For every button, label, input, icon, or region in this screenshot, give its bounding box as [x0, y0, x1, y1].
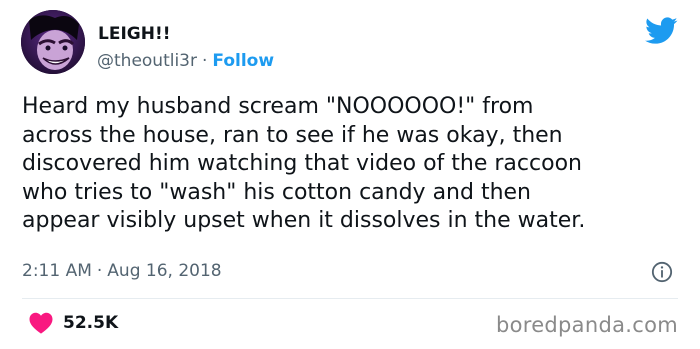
avatar-image: [21, 10, 85, 74]
tweet-text-line: appear visibly upset when it dissolves i…: [22, 208, 586, 233]
tweet-text-line: who tries to "wash" his cotton candy and…: [22, 179, 531, 205]
tweet-date: Aug 16, 2018: [107, 261, 222, 281]
tweet-text-line: Heard my husband scream "NOOOOOO!" from: [22, 94, 534, 119]
avatar[interactable]: [21, 10, 85, 74]
divider: [22, 298, 678, 299]
user-handle[interactable]: @theoutli3r: [97, 51, 197, 71]
separator-dot: ·: [202, 51, 208, 71]
display-name[interactable]: LEIGH!!: [98, 23, 170, 45]
follow-button[interactable]: Follow: [212, 51, 274, 71]
heart-icon: [29, 312, 53, 334]
handle-row: @theoutli3r · Follow: [97, 49, 274, 73]
watermark: boredpanda.com: [495, 313, 678, 337]
tweet-text: Heard my husband scream "NOOOOOO!" from …: [22, 93, 692, 236]
twitter-bird-icon[interactable]: [645, 17, 678, 45]
like-count: 52.5K: [63, 313, 119, 333]
tweet-text-line: discovered him watching that video of th…: [22, 151, 582, 176]
tweet-text-line: across the house, ran to see if he was o…: [22, 122, 563, 148]
separator-dot: ·: [96, 261, 103, 281]
like-button[interactable]: 52.5K: [29, 312, 118, 334]
info-icon[interactable]: [651, 261, 673, 283]
tweet-time: 2:11 AM: [22, 261, 92, 281]
tweet-timestamp[interactable]: 2:11 AM · Aug 16, 2018: [22, 260, 222, 282]
